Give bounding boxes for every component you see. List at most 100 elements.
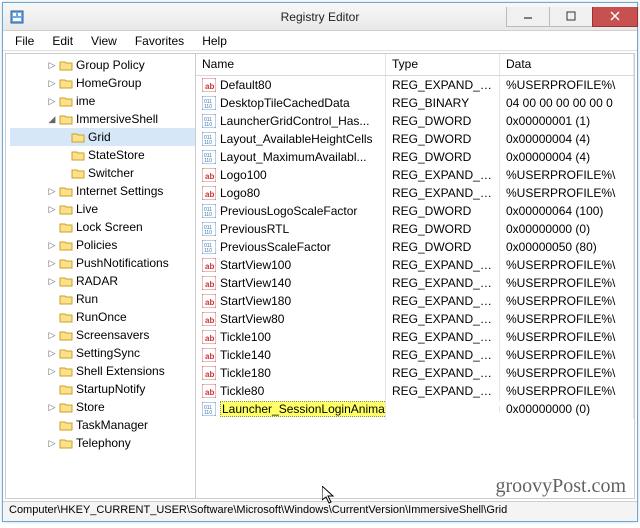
expander-icon[interactable]: ▷ (46, 204, 58, 215)
tree-item[interactable]: ▷Shell Extensions (10, 362, 195, 380)
list-row[interactable]: StartView80REG_EXPAND_SZ%USERPROFILE%\ (196, 310, 634, 328)
tree-item[interactable]: ▷ime (10, 92, 195, 110)
menu-edit[interactable]: Edit (44, 32, 81, 50)
list-row[interactable]: DesktopTileCachedDataREG_BINARY04 00 00 … (196, 94, 634, 112)
list-row[interactable]: Logo80REG_EXPAND_SZ%USERPROFILE%\ (196, 184, 634, 202)
value-type: REG_EXPAND_SZ (386, 309, 500, 329)
list-row[interactable]: PreviousLogoScaleFactorREG_DWORD0x000000… (196, 202, 634, 220)
menu-help[interactable]: Help (194, 32, 235, 50)
value-name: Logo80 (220, 186, 260, 200)
list-row[interactable]: Tickle140REG_EXPAND_SZ%USERPROFILE%\ (196, 346, 634, 364)
value-data: 0x00000000 (0) (500, 399, 634, 419)
expander-icon[interactable]: ▷ (46, 348, 58, 359)
folder-icon (59, 185, 73, 197)
value-name: LauncherGridControl_Has... (220, 114, 369, 128)
value-type: REG_DWORD (386, 111, 500, 131)
maximize-button[interactable] (549, 7, 593, 27)
expander-icon[interactable]: ▷ (46, 438, 58, 449)
list-scroll[interactable]: Default80REG_EXPAND_SZ%USERPROFILE%\Desk… (196, 76, 634, 498)
value-type: REG_DWORD (386, 219, 500, 239)
expander-icon[interactable]: ◢ (46, 114, 58, 125)
close-button[interactable] (592, 7, 638, 27)
list-row[interactable]: Logo100REG_EXPAND_SZ%USERPROFILE%\ (196, 166, 634, 184)
expander-icon[interactable]: ▷ (46, 60, 58, 71)
expander-icon[interactable]: ▷ (46, 402, 58, 413)
tree-item[interactable]: ◢ImmersiveShell (10, 110, 195, 128)
tree-item[interactable]: RunOnce (10, 308, 195, 326)
tree-item-label: Screensavers (76, 328, 149, 342)
value-type: REG_DWORD (386, 147, 500, 167)
list-row[interactable]: Layout_MaximumAvailabl...REG_DWORD0x0000… (196, 148, 634, 166)
expander-icon[interactable]: ▷ (46, 78, 58, 89)
tree-item[interactable]: ▷ Internet Settings (10, 182, 195, 200)
column-header-name[interactable]: Name (196, 54, 386, 75)
tree-item[interactable]: StartupNotify (10, 380, 195, 398)
expander-icon[interactable]: ▷ (46, 366, 58, 377)
value-type: REG_EXPAND_SZ (386, 291, 500, 311)
tree-item[interactable]: Grid (10, 128, 195, 146)
tree-item-label: Internet Settings (76, 184, 163, 198)
value-type: REG_DWORD (386, 129, 500, 149)
minimize-button[interactable] (506, 7, 550, 27)
tree-pane[interactable]: ▷Group Policy▷HomeGroup▷ime◢ImmersiveShe… (6, 54, 196, 498)
list-row[interactable]: Launcher_SessionLoginAnimation_OnShow0x0… (196, 400, 634, 418)
value-data: %USERPROFILE%\ (500, 291, 634, 311)
list-header: Name Type Data (196, 54, 634, 76)
binary-value-icon (202, 96, 216, 110)
tree-item[interactable]: ▷ Telephony (10, 434, 195, 452)
tree-item[interactable]: Switcher (10, 164, 195, 182)
menu-file[interactable]: File (7, 32, 42, 50)
tree-item-label: StartupNotify (76, 382, 145, 396)
list-row[interactable]: Tickle100REG_EXPAND_SZ%USERPROFILE%\ (196, 328, 634, 346)
titlebar[interactable]: Registry Editor (3, 3, 637, 31)
column-header-data[interactable]: Data (500, 54, 634, 75)
binary-value-icon (202, 402, 216, 416)
binary-value-icon (202, 150, 216, 164)
tree-item-label: TaskManager (76, 418, 148, 432)
tree-item[interactable]: ▷Policies (10, 236, 195, 254)
folder-icon (59, 239, 73, 251)
list-row[interactable]: StartView140REG_EXPAND_SZ%USERPROFILE%\ (196, 274, 634, 292)
binary-value-icon (202, 204, 216, 218)
list-row[interactable]: StartView180REG_EXPAND_SZ%USERPROFILE%\ (196, 292, 634, 310)
binary-value-icon (202, 222, 216, 236)
tree-item[interactable]: Run (10, 290, 195, 308)
list-row[interactable]: Layout_AvailableHeightCellsREG_DWORD0x00… (196, 130, 634, 148)
tree-item[interactable]: ▷SettingSync (10, 344, 195, 362)
expander-icon[interactable]: ▷ (46, 276, 58, 287)
column-header-type[interactable]: Type (386, 54, 500, 75)
expander-icon[interactable]: ▷ (46, 330, 58, 341)
tree-item[interactable]: StateStore (10, 146, 195, 164)
tree-item[interactable]: ▷ Screensavers (10, 326, 195, 344)
value-data: 0x00000004 (4) (500, 147, 634, 167)
folder-icon (59, 329, 73, 341)
value-type: REG_EXPAND_SZ (386, 345, 500, 365)
menu-favorites[interactable]: Favorites (127, 32, 192, 50)
folder-icon (59, 347, 73, 359)
tree-item-label: Telephony (76, 436, 131, 450)
tree-item[interactable]: TaskManager (10, 416, 195, 434)
tree-item[interactable]: ▷RADAR (10, 272, 195, 290)
tree-item-label: Live (76, 202, 98, 216)
list-row[interactable]: PreviousScaleFactorREG_DWORD0x00000050 (… (196, 238, 634, 256)
value-type: REG_EXPAND_SZ (386, 327, 500, 347)
tree-item[interactable]: ▷Store (10, 398, 195, 416)
value-type: REG_EXPAND_SZ (386, 255, 500, 275)
tree-item[interactable]: ▷Group Policy (10, 56, 195, 74)
expander-icon[interactable]: ▷ (46, 96, 58, 107)
tree-item[interactable]: Lock Screen (10, 218, 195, 236)
list-row[interactable]: Tickle180REG_EXPAND_SZ%USERPROFILE%\ (196, 364, 634, 382)
value-data: 0x00000000 (0) (500, 219, 634, 239)
list-row[interactable]: LauncherGridControl_Has...REG_DWORD0x000… (196, 112, 634, 130)
list-row[interactable]: Default80REG_EXPAND_SZ%USERPROFILE%\ (196, 76, 634, 94)
tree-item[interactable]: ▷PushNotifications (10, 254, 195, 272)
tree-item[interactable]: ▷ Live (10, 200, 195, 218)
expander-icon[interactable]: ▷ (46, 258, 58, 269)
expander-icon[interactable]: ▷ (46, 186, 58, 197)
tree-item[interactable]: ▷HomeGroup (10, 74, 195, 92)
list-row[interactable]: PreviousRTLREG_DWORD0x00000000 (0) (196, 220, 634, 238)
value-data: %USERPROFILE%\ (500, 309, 634, 329)
expander-icon[interactable]: ▷ (46, 240, 58, 251)
list-row[interactable]: StartView100REG_EXPAND_SZ%USERPROFILE%\ (196, 256, 634, 274)
menu-view[interactable]: View (83, 32, 125, 50)
